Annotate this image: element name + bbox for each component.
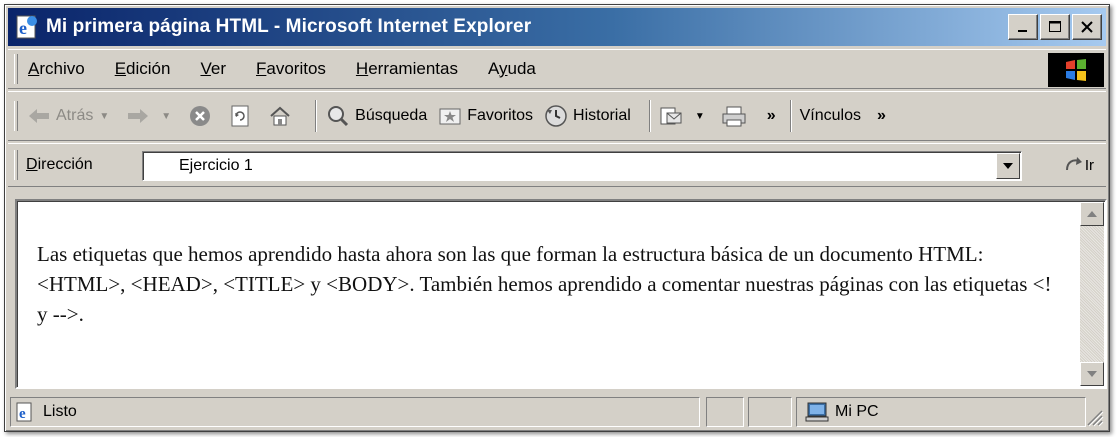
mail-icon xyxy=(659,103,685,129)
back-dropdown-icon[interactable]: ▼ xyxy=(99,111,109,122)
favorites-label: Favoritos xyxy=(467,107,534,124)
go-arrow-icon xyxy=(1065,157,1082,171)
maximize-button[interactable] xyxy=(1040,14,1070,40)
menu-ayuda[interactable]: Ayuda xyxy=(486,57,538,81)
zone-label: Mi PC xyxy=(835,403,879,420)
close-icon xyxy=(1081,21,1093,33)
toolbar-overflow[interactable]: » xyxy=(767,107,776,125)
menu-archivo[interactable]: Archivo xyxy=(26,57,87,81)
maximize-icon xyxy=(1049,21,1061,32)
history-label: Historial xyxy=(573,107,631,124)
page-done-icon: e xyxy=(16,402,32,422)
back-button[interactable]: Atrás ▼ xyxy=(26,103,115,129)
toolbar-grip[interactable] xyxy=(14,101,18,131)
mail-button[interactable]: ▼ xyxy=(659,103,711,129)
chevron-down-icon xyxy=(1087,371,1097,377)
stop-button[interactable] xyxy=(187,103,217,129)
mail-dropdown-icon[interactable]: ▼ xyxy=(695,111,705,122)
back-label: Atrás xyxy=(56,107,94,124)
go-button[interactable]: Ir xyxy=(1063,154,1094,176)
status-text-panel: e Listo xyxy=(10,397,700,427)
menu-edicion[interactable]: Edición xyxy=(113,57,173,81)
chevron-up-icon xyxy=(1087,211,1097,217)
favorites-icon xyxy=(437,103,463,129)
status-text: Listo xyxy=(43,403,77,420)
computer-icon xyxy=(805,402,829,422)
search-label: Búsqueda xyxy=(355,107,428,124)
menu-bar: Archivo Edición Ver Favoritos Herramient… xyxy=(8,49,1106,89)
windows-logo xyxy=(1048,53,1104,87)
print-button[interactable] xyxy=(721,103,751,129)
scroll-down-button[interactable] xyxy=(1080,362,1104,386)
toolbar-separator xyxy=(315,100,318,132)
print-icon xyxy=(721,103,747,129)
chevron-down-icon xyxy=(1003,163,1013,169)
menu-ver[interactable]: Ver xyxy=(198,57,228,81)
status-cell xyxy=(748,397,792,427)
ie-page-icon[interactable]: e xyxy=(14,14,40,40)
status-bar: e Listo Mi PC xyxy=(8,395,1106,429)
links-button[interactable]: Vínculos xyxy=(800,107,861,125)
toolbar-separator xyxy=(789,100,792,132)
windows-flag-icon xyxy=(1066,59,1086,81)
forward-dropdown-icon[interactable]: ▼ xyxy=(161,111,171,122)
standard-toolbar: Atrás ▼ ▼ Búsqueda Favoritos Historial ▼… xyxy=(8,91,1106,141)
favorites-button[interactable]: Favoritos xyxy=(437,103,533,129)
vertical-scrollbar[interactable] xyxy=(1080,202,1104,386)
menu-herramientas[interactable]: Herramientas xyxy=(354,57,460,81)
title-bar[interactable]: e Mi primera página HTML - Microsoft Int… xyxy=(8,8,1106,46)
forward-button[interactable]: ▼ xyxy=(125,103,177,129)
minimize-button[interactable] xyxy=(1008,14,1038,40)
resize-grip-icon[interactable] xyxy=(1084,407,1104,427)
page-content: Las etiquetas que hemos aprendido hasta … xyxy=(15,199,1107,389)
browser-window: e Mi primera página HTML - Microsoft Int… xyxy=(4,4,1110,432)
close-button[interactable] xyxy=(1072,14,1102,40)
history-icon xyxy=(543,103,569,129)
forward-arrow-icon xyxy=(125,103,151,129)
search-icon xyxy=(325,103,351,129)
window-title: Mi primera página HTML - Microsoft Inter… xyxy=(46,16,532,37)
back-arrow-icon xyxy=(26,103,52,129)
search-button[interactable]: Búsqueda xyxy=(325,103,427,129)
home-icon xyxy=(267,103,293,129)
svg-text:e: e xyxy=(19,406,26,422)
addressbar-grip[interactable] xyxy=(14,150,18,180)
refresh-icon xyxy=(227,103,253,129)
window-controls xyxy=(1006,14,1102,40)
status-cell xyxy=(706,397,744,427)
links-overflow[interactable]: » xyxy=(877,107,886,125)
minimize-icon xyxy=(1018,30,1027,32)
menu-favoritos[interactable]: Favoritos xyxy=(254,57,328,81)
address-label: Dirección xyxy=(26,156,93,173)
scroll-up-button[interactable] xyxy=(1080,202,1104,226)
content-paragraph: Las etiquetas que hemos aprendido hasta … xyxy=(37,242,1052,326)
security-zone-panel: Mi PC xyxy=(796,397,1086,427)
toolbar-separator xyxy=(648,100,651,132)
home-button[interactable] xyxy=(267,103,297,129)
address-bar: Dirección Ejercicio 1 Ir xyxy=(8,143,1106,187)
stop-icon xyxy=(187,103,213,129)
go-label: Ir xyxy=(1084,156,1094,174)
svg-text:e: e xyxy=(19,18,27,38)
address-input[interactable]: Ejercicio 1 xyxy=(142,151,1022,181)
history-button[interactable]: Historial xyxy=(543,103,631,129)
refresh-button[interactable] xyxy=(227,103,257,129)
menubar-grip[interactable] xyxy=(14,54,18,84)
address-value: Ejercicio 1 xyxy=(179,157,253,174)
address-dropdown-button[interactable] xyxy=(996,153,1020,179)
